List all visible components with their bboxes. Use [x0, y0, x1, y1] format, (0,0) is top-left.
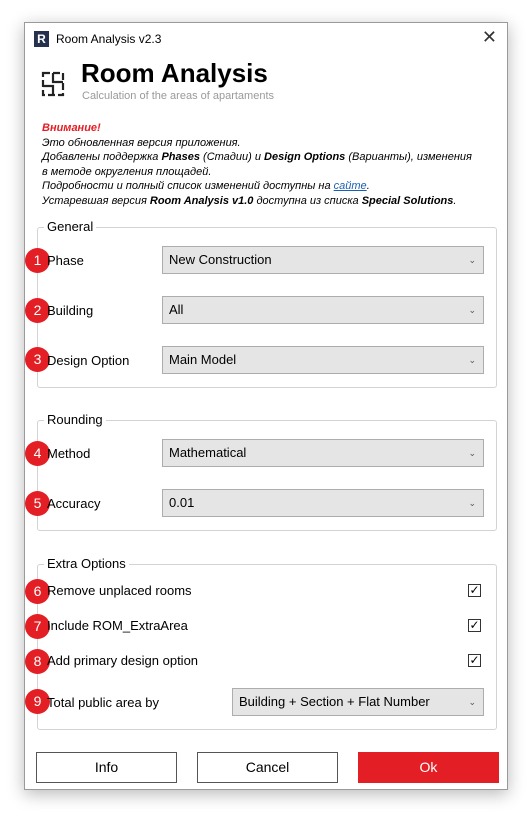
group-legend: Rounding [44, 412, 106, 427]
info-button[interactable]: Info [36, 752, 177, 783]
add-primary-label: Add primary design option [47, 653, 199, 668]
notice-line: Подробности и полный список изменений до… [42, 180, 370, 192]
notice-line: Это обновленная версия приложения. [42, 136, 241, 149]
title-bar: R Room Analysis v2.3 ✕ [25, 23, 507, 55]
total-public-label: Total public area by [47, 695, 160, 710]
phase-label: Phase [47, 253, 84, 268]
include-extra-checkbox[interactable]: ✓ [468, 619, 481, 632]
ok-button[interactable]: Ok [358, 752, 499, 783]
add-primary-checkbox[interactable]: ✓ [468, 654, 481, 667]
window-title: Room Analysis v2.3 [56, 32, 162, 46]
design-option-label: Design Option [47, 353, 130, 368]
dialog-window: R Room Analysis v2.3 ✕ Room Analysis Cal… [24, 22, 508, 790]
remove-unplaced-checkbox[interactable]: ✓ [468, 584, 481, 597]
chevron-down-icon: ⌄ [468, 448, 476, 458]
notice-line: Добавлены поддержка Phases (Стадии) и De… [42, 151, 472, 163]
phase-select[interactable]: New Construction ⌄ [162, 246, 484, 274]
design-option-select[interactable]: Main Model ⌄ [162, 346, 484, 374]
chevron-down-icon: ⌄ [468, 305, 476, 315]
general-group: General 1 Phase New Construction ⌄ 2 Buil… [25, 219, 497, 388]
remove-unplaced-label: Remove unplaced rooms [47, 583, 192, 598]
total-public-select[interactable]: Building + Section + Flat Number ⌄ [232, 688, 484, 716]
building-label: Building [47, 303, 94, 318]
extra-options-group: Extra Options 6 Remove unplaced rooms ✓ … [25, 556, 497, 730]
notice-line: Устаревшая версия Room Analysis v1.0 дос… [42, 194, 457, 207]
app-subtitle: Calculation of the areas of apartaments [82, 90, 275, 102]
accuracy-select[interactable]: 0.01 ⌄ [162, 489, 484, 517]
close-icon[interactable]: ✕ [482, 27, 497, 48]
floorplan-logo-icon [41, 71, 65, 97]
method-label: Method [47, 446, 91, 461]
app-title: Room Analysis [81, 58, 268, 88]
chevron-down-icon: ⌄ [468, 697, 476, 707]
notice-warning: Внимание! [42, 122, 101, 134]
revit-app-icon: R [34, 31, 49, 47]
method-select[interactable]: Mathematical ⌄ [162, 439, 484, 467]
chevron-down-icon: ⌄ [468, 498, 476, 508]
group-legend: Extra Options [44, 556, 129, 571]
notice-line: в методе округления площадей. [42, 165, 212, 178]
rounding-group: Rounding 4 Method Mathematical ⌄ 5 Accura… [25, 412, 497, 531]
accuracy-label: Accuracy [47, 496, 101, 511]
chevron-down-icon: ⌄ [468, 355, 476, 365]
update-notice: Внимание! Это обновленная версия приложе… [42, 121, 472, 208]
chevron-down-icon: ⌄ [468, 255, 476, 265]
site-link[interactable]: сайте [334, 180, 367, 192]
cancel-button[interactable]: Cancel [197, 752, 338, 783]
include-extra-label: Include ROM_ExtraArea [47, 618, 188, 633]
group-legend: General [44, 219, 97, 234]
building-select[interactable]: All ⌄ [162, 296, 484, 324]
